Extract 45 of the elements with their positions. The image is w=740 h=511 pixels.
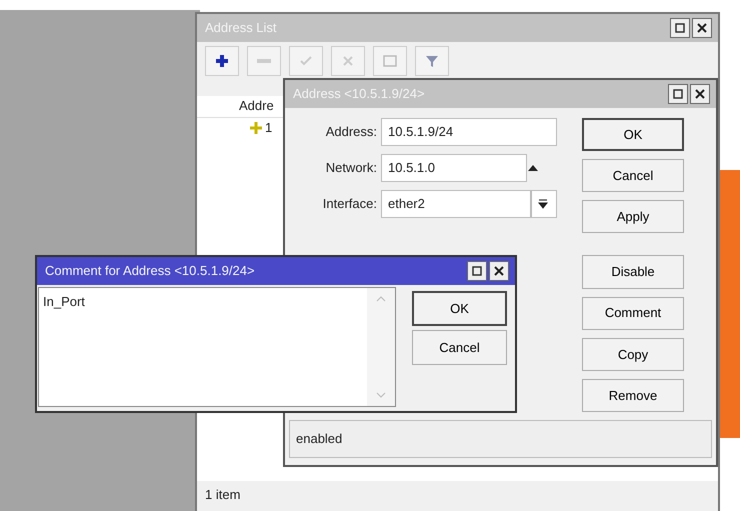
close-button[interactable] <box>489 261 509 281</box>
close-icon <box>695 89 705 99</box>
field-label: Network: <box>324 159 378 178</box>
chevron-up-icon <box>376 296 386 302</box>
maximize-button[interactable] <box>467 261 487 281</box>
plus-icon <box>249 121 263 135</box>
dropdown-button[interactable] <box>531 190 557 218</box>
note-icon <box>382 53 398 69</box>
input-field[interactable]: ether2 <box>381 190 531 218</box>
dialog-button[interactable]: Cancel <box>412 330 507 365</box>
dialog-button[interactable]: OK <box>582 118 684 152</box>
dialog-button[interactable]: Comment <box>582 296 684 330</box>
maximize-button[interactable] <box>670 18 690 38</box>
plus-icon <box>214 53 230 69</box>
dialog-button[interactable]: Disable <box>582 255 684 289</box>
chevron-down-icon <box>376 392 386 398</box>
scrollbar[interactable] <box>367 288 395 406</box>
square-icon <box>675 23 685 33</box>
maximize-button[interactable] <box>668 84 688 104</box>
dialog-button[interactable]: Copy <box>582 338 684 371</box>
table-cell-text: 1 <box>265 119 272 138</box>
toolbar-button[interactable] <box>205 46 239 76</box>
dialog-button[interactable]: Remove <box>582 378 684 412</box>
dialog-button[interactable]: Apply <box>582 200 684 234</box>
funnel-icon <box>424 53 440 69</box>
input-field[interactable]: 10.5.1.9/24 <box>381 118 557 146</box>
field-label: Interface: <box>322 195 378 214</box>
up-arrow-icon <box>527 164 539 172</box>
close-icon <box>697 23 707 33</box>
text-area[interactable]: In_Port <box>38 287 396 407</box>
close-button[interactable] <box>690 84 710 104</box>
square-icon <box>673 89 683 99</box>
square-icon <box>472 266 482 276</box>
dialog-button[interactable]: OK <box>412 291 507 326</box>
column-header: Addre <box>238 97 274 115</box>
dialog-button[interactable]: Cancel <box>582 159 684 192</box>
dropdown-icon <box>538 199 548 209</box>
comment-text: In_Port <box>42 293 86 311</box>
status-text: 1 item <box>204 486 242 504</box>
input-field[interactable]: 10.5.1.0 <box>381 154 527 182</box>
window-title: Comment for Address <10.5.1.9/24> <box>45 262 255 280</box>
status-field: enabled <box>289 420 712 458</box>
close-icon <box>494 266 504 276</box>
close-button[interactable] <box>692 18 712 38</box>
field-label: Address: <box>324 123 378 142</box>
